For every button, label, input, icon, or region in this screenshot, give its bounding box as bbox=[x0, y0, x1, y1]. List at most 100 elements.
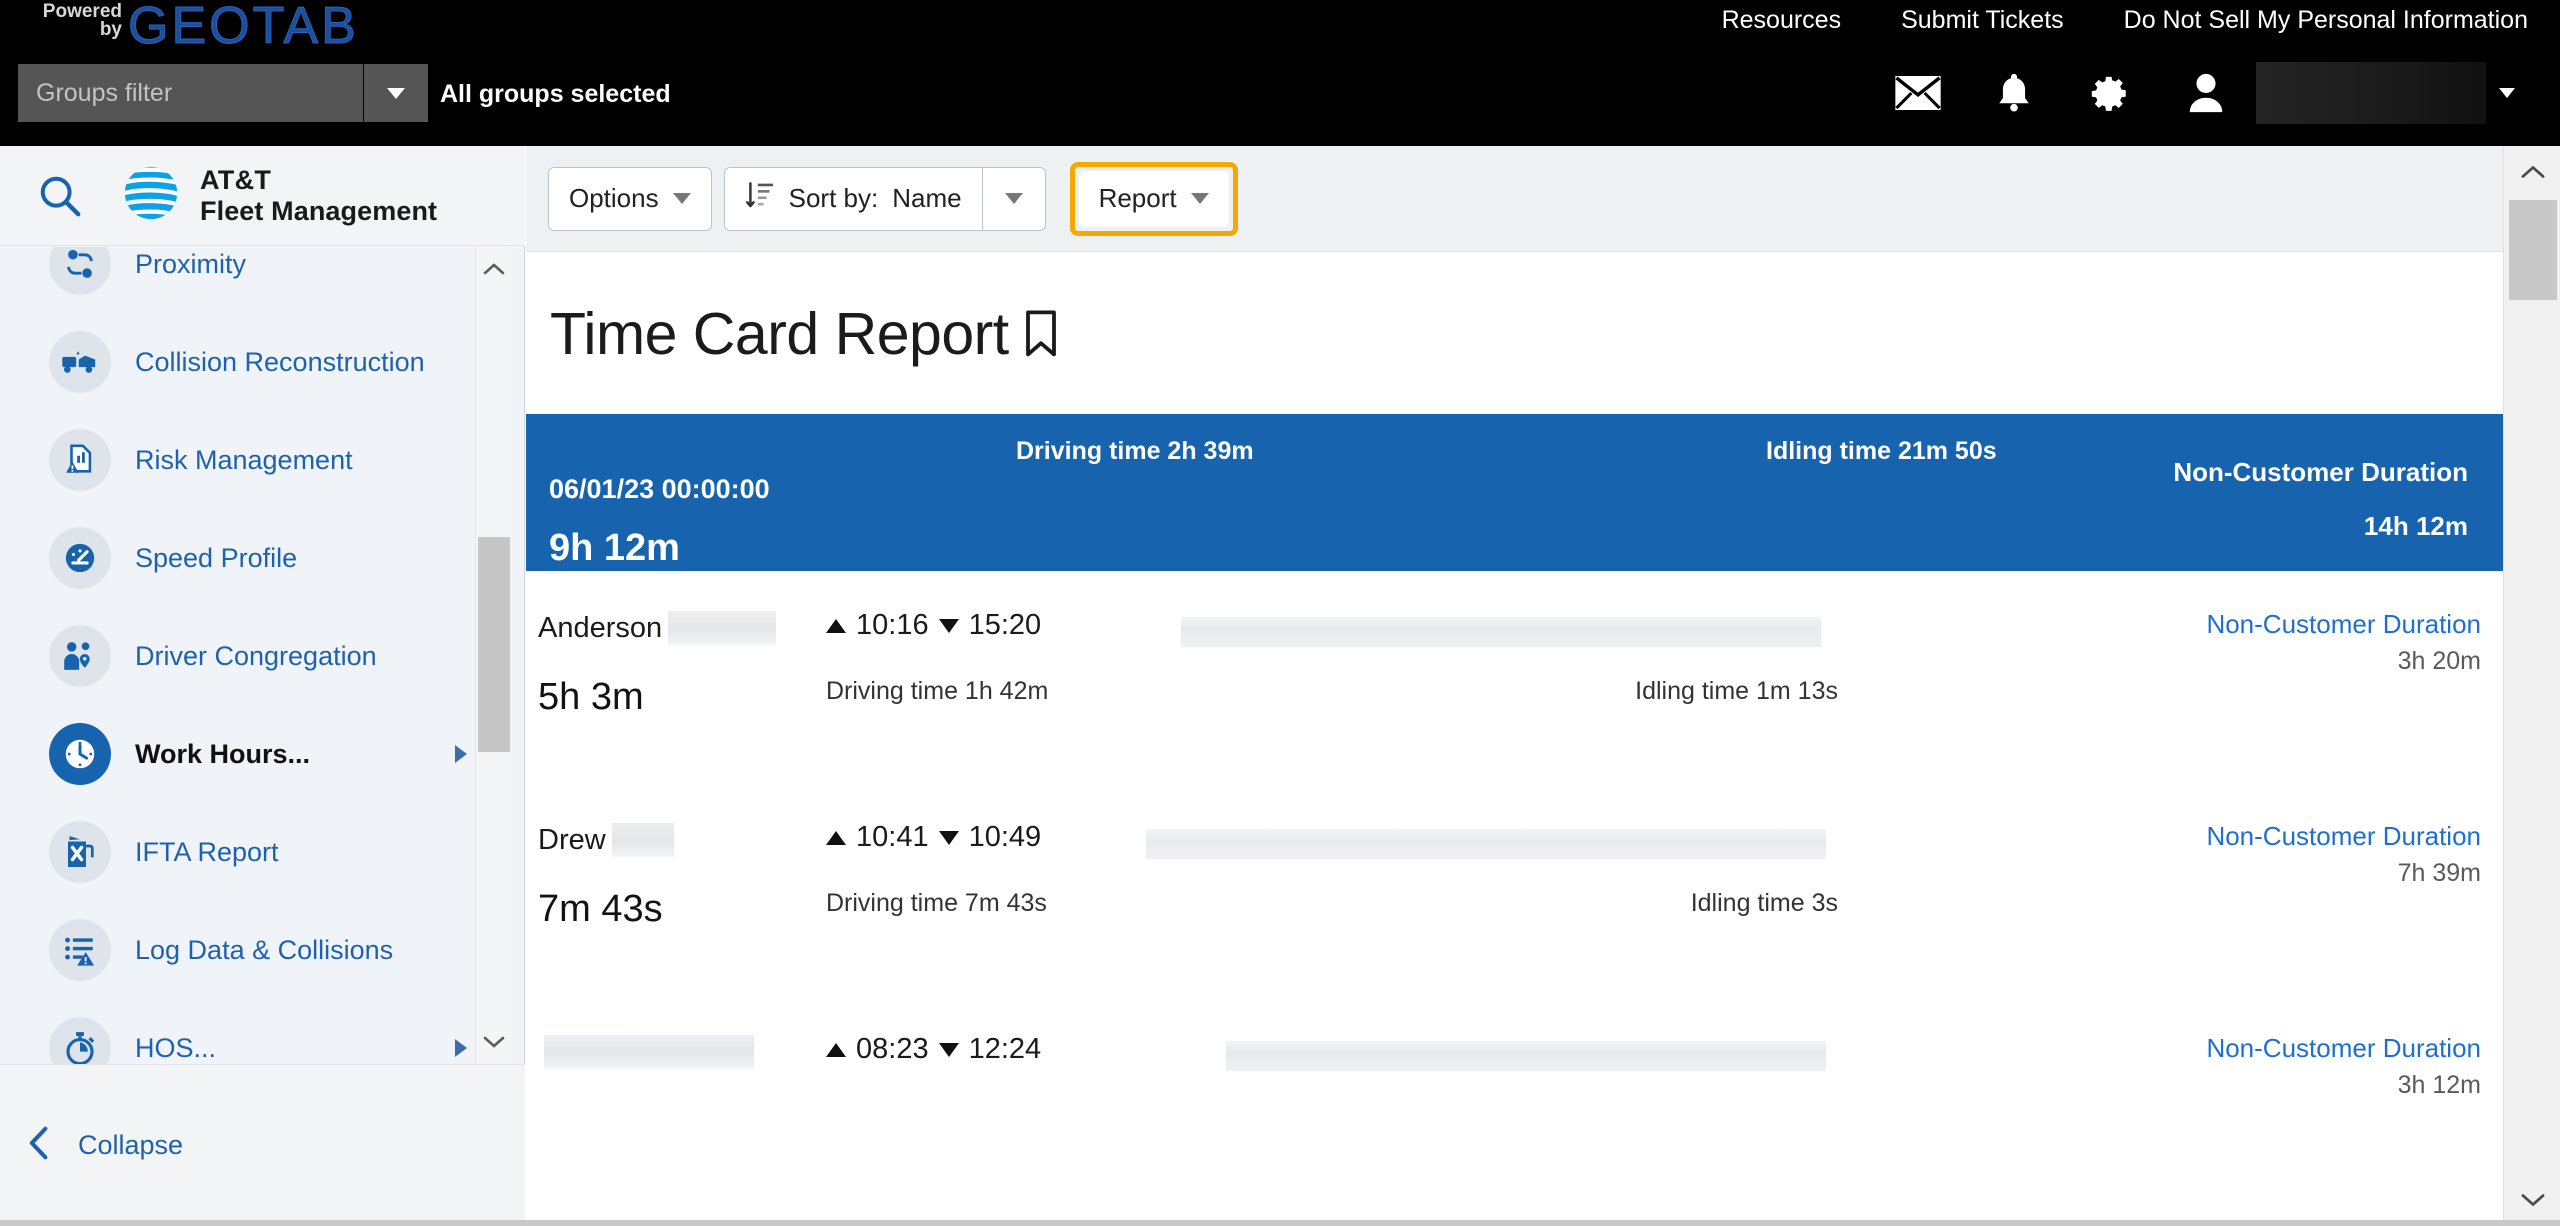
user-icon[interactable] bbox=[2158, 58, 2254, 128]
row-timeline-bar-redacted bbox=[1226, 1041, 1826, 1071]
options-button[interactable]: Options bbox=[548, 166, 712, 231]
table-row[interactable]: Anderson 5h 3m 10:16 15:20 Driving time … bbox=[526, 571, 2503, 783]
options-button-label: Options bbox=[569, 183, 659, 213]
sidebar-item-driver-congregation[interactable]: Driver Congregation bbox=[14, 607, 511, 705]
row-end-time: 12:24 bbox=[968, 1033, 1042, 1065]
row-start-time: 10:41 bbox=[856, 821, 929, 853]
row-driving-time: Driving time 7m 43s bbox=[826, 889, 1047, 917]
powered-by-line2: by bbox=[99, 19, 122, 40]
search-icon[interactable] bbox=[0, 173, 120, 219]
chevron-down-icon bbox=[1004, 193, 1023, 204]
report-button[interactable]: Report bbox=[1078, 170, 1229, 227]
groups-filter-dropdown-button[interactable] bbox=[364, 64, 428, 122]
sidebar-item-label: Driver Congregation bbox=[135, 640, 377, 671]
nav-link-submit-tickets[interactable]: Submit Tickets bbox=[1901, 6, 2064, 35]
chevron-down-icon bbox=[387, 87, 405, 99]
row-driver-name-group bbox=[538, 1035, 754, 1069]
triangle-up-icon bbox=[826, 618, 846, 633]
groups-filter-control[interactable]: Groups filter bbox=[18, 64, 428, 122]
gear-icon[interactable] bbox=[2062, 58, 2158, 128]
main-scrollbar-thumb[interactable] bbox=[2509, 200, 2557, 300]
chevron-down-icon bbox=[672, 193, 691, 204]
groups-filter-input[interactable]: Groups filter bbox=[18, 79, 363, 108]
row-idling-time: Idling time 3s bbox=[1690, 889, 1838, 917]
sidebar-item-proximity[interactable]: Proximity bbox=[14, 247, 511, 313]
row-end-time: 10:49 bbox=[968, 821, 1042, 853]
main-scrollbar[interactable] bbox=[2503, 146, 2560, 1226]
sidebar-item-risk-management[interactable]: Risk Management bbox=[14, 411, 511, 509]
row-times-group: 08:23 12:24 bbox=[826, 1033, 1041, 1066]
log-data-collisions-icon bbox=[49, 919, 111, 981]
sidebar-item-hos[interactable]: HOS... bbox=[14, 999, 511, 1064]
row-non-customer-duration-link[interactable]: Non-Customer Duration bbox=[2206, 821, 2481, 852]
user-menu-dropdown-button[interactable] bbox=[2486, 62, 2528, 124]
summary-date: 06/01/23 00:00:00 bbox=[549, 474, 770, 504]
nav-link-resources[interactable]: Resources bbox=[1722, 6, 1842, 35]
row-end-time: 15:20 bbox=[968, 609, 1042, 641]
row-driving-time: Driving time 1h 42m bbox=[826, 677, 1049, 705]
sort-by-button[interactable]: Sort by: Name bbox=[723, 166, 982, 231]
nav-link-do-not-sell[interactable]: Do Not Sell My Personal Information bbox=[2124, 6, 2528, 35]
row-non-customer-duration-link[interactable]: Non-Customer Duration bbox=[2206, 609, 2481, 640]
row-non-customer-duration-link[interactable]: Non-Customer Duration bbox=[2206, 1033, 2481, 1064]
sidebar-scroll-up-button[interactable] bbox=[476, 247, 512, 291]
row-driver-name: Drew bbox=[538, 823, 606, 856]
sidebar-scrollbar-thumb[interactable] bbox=[478, 537, 510, 752]
sidebar-header: AT&T Fleet Management bbox=[0, 146, 525, 246]
sidebar-nav-list: Proximity Collision Reconstruction Risk … bbox=[14, 247, 511, 1064]
row-timeline-bar-redacted bbox=[1146, 829, 1826, 859]
proximity-icon bbox=[49, 247, 111, 295]
att-logo-group: AT&T Fleet Management bbox=[120, 162, 437, 229]
sidebar-item-log-data-collisions[interactable]: Log Data & Collisions bbox=[14, 901, 511, 999]
summary-non-customer-duration-value: 14h 12m bbox=[2363, 511, 2468, 541]
triangle-up-icon bbox=[826, 1042, 846, 1057]
chevron-right-icon bbox=[455, 1039, 467, 1057]
powered-by-label: Powered by bbox=[42, 2, 122, 40]
ifta-report-icon bbox=[49, 821, 111, 883]
sidebar: AT&T Fleet Management Proximity Collisio… bbox=[0, 146, 525, 1226]
sidebar-item-label: Log Data & Collisions bbox=[135, 934, 394, 965]
sidebar-item-ifta-report[interactable]: IFTA Report bbox=[14, 803, 511, 901]
report-rows: Anderson 5h 3m 10:16 15:20 Driving time … bbox=[526, 571, 2503, 1151]
triangle-up-icon bbox=[826, 830, 846, 845]
sort-by-value: Name bbox=[892, 183, 962, 213]
mail-icon[interactable] bbox=[1870, 58, 1966, 128]
report-toolbar: Options Sort by: Name Report bbox=[526, 146, 2503, 252]
bell-icon[interactable] bbox=[1966, 58, 2062, 128]
row-driver-name-redacted bbox=[544, 1035, 754, 1069]
att-globe-icon bbox=[120, 162, 182, 229]
window-bottom-edge bbox=[0, 1220, 2560, 1226]
bookmark-icon[interactable] bbox=[1023, 310, 1059, 358]
att-brand-text: AT&T Fleet Management bbox=[200, 165, 437, 225]
sidebar-item-speed-profile[interactable]: Speed Profile bbox=[14, 509, 511, 607]
row-driver-name-group: Anderson bbox=[538, 611, 777, 645]
sidebar-scrollbar[interactable] bbox=[475, 247, 511, 1064]
main-scroll-down-button[interactable] bbox=[2504, 1174, 2560, 1226]
row-driver-name-redacted bbox=[611, 823, 674, 857]
summary-total-duration: 9h 12m bbox=[549, 527, 680, 569]
header-icon-group bbox=[1870, 58, 2528, 128]
row-total-duration: 5h 3m bbox=[538, 676, 644, 718]
speed-profile-icon bbox=[49, 527, 111, 589]
risk-management-icon bbox=[49, 429, 111, 491]
row-driver-name-redacted bbox=[668, 611, 777, 645]
row-times-group: 10:16 15:20 bbox=[826, 609, 1041, 642]
sort-by-dropdown-button[interactable] bbox=[981, 166, 1046, 231]
row-times-group: 10:41 10:49 bbox=[826, 821, 1041, 854]
report-button-label: Report bbox=[1098, 183, 1177, 213]
driver-congregation-icon bbox=[49, 625, 111, 687]
chevron-down-icon bbox=[1190, 193, 1209, 204]
table-row[interactable]: 08:23 12:24 Non-Customer Duration 3h 12m bbox=[526, 995, 2503, 1207]
sidebar-item-label: HOS... bbox=[135, 1032, 217, 1063]
sidebar-scroll-down-button[interactable] bbox=[476, 1020, 512, 1064]
sidebar-collapse-button[interactable]: Collapse bbox=[0, 1064, 525, 1226]
table-row[interactable]: Drew 7m 43s 10:41 10:49 Driving time 7m … bbox=[526, 783, 2503, 995]
sidebar-item-work-hours[interactable]: Work Hours... bbox=[14, 705, 511, 803]
chevron-left-icon bbox=[26, 1124, 52, 1167]
main-scroll-up-button[interactable] bbox=[2504, 146, 2560, 198]
row-timeline-bar-redacted bbox=[1181, 617, 1821, 647]
triangle-down-icon bbox=[938, 618, 959, 633]
top-header-bar: Powered by GEOTAB Resources Submit Ticke… bbox=[0, 0, 2560, 146]
sidebar-item-collision-reconstruction[interactable]: Collision Reconstruction bbox=[14, 313, 511, 411]
geotab-logo: GEOTAB bbox=[128, 0, 359, 56]
